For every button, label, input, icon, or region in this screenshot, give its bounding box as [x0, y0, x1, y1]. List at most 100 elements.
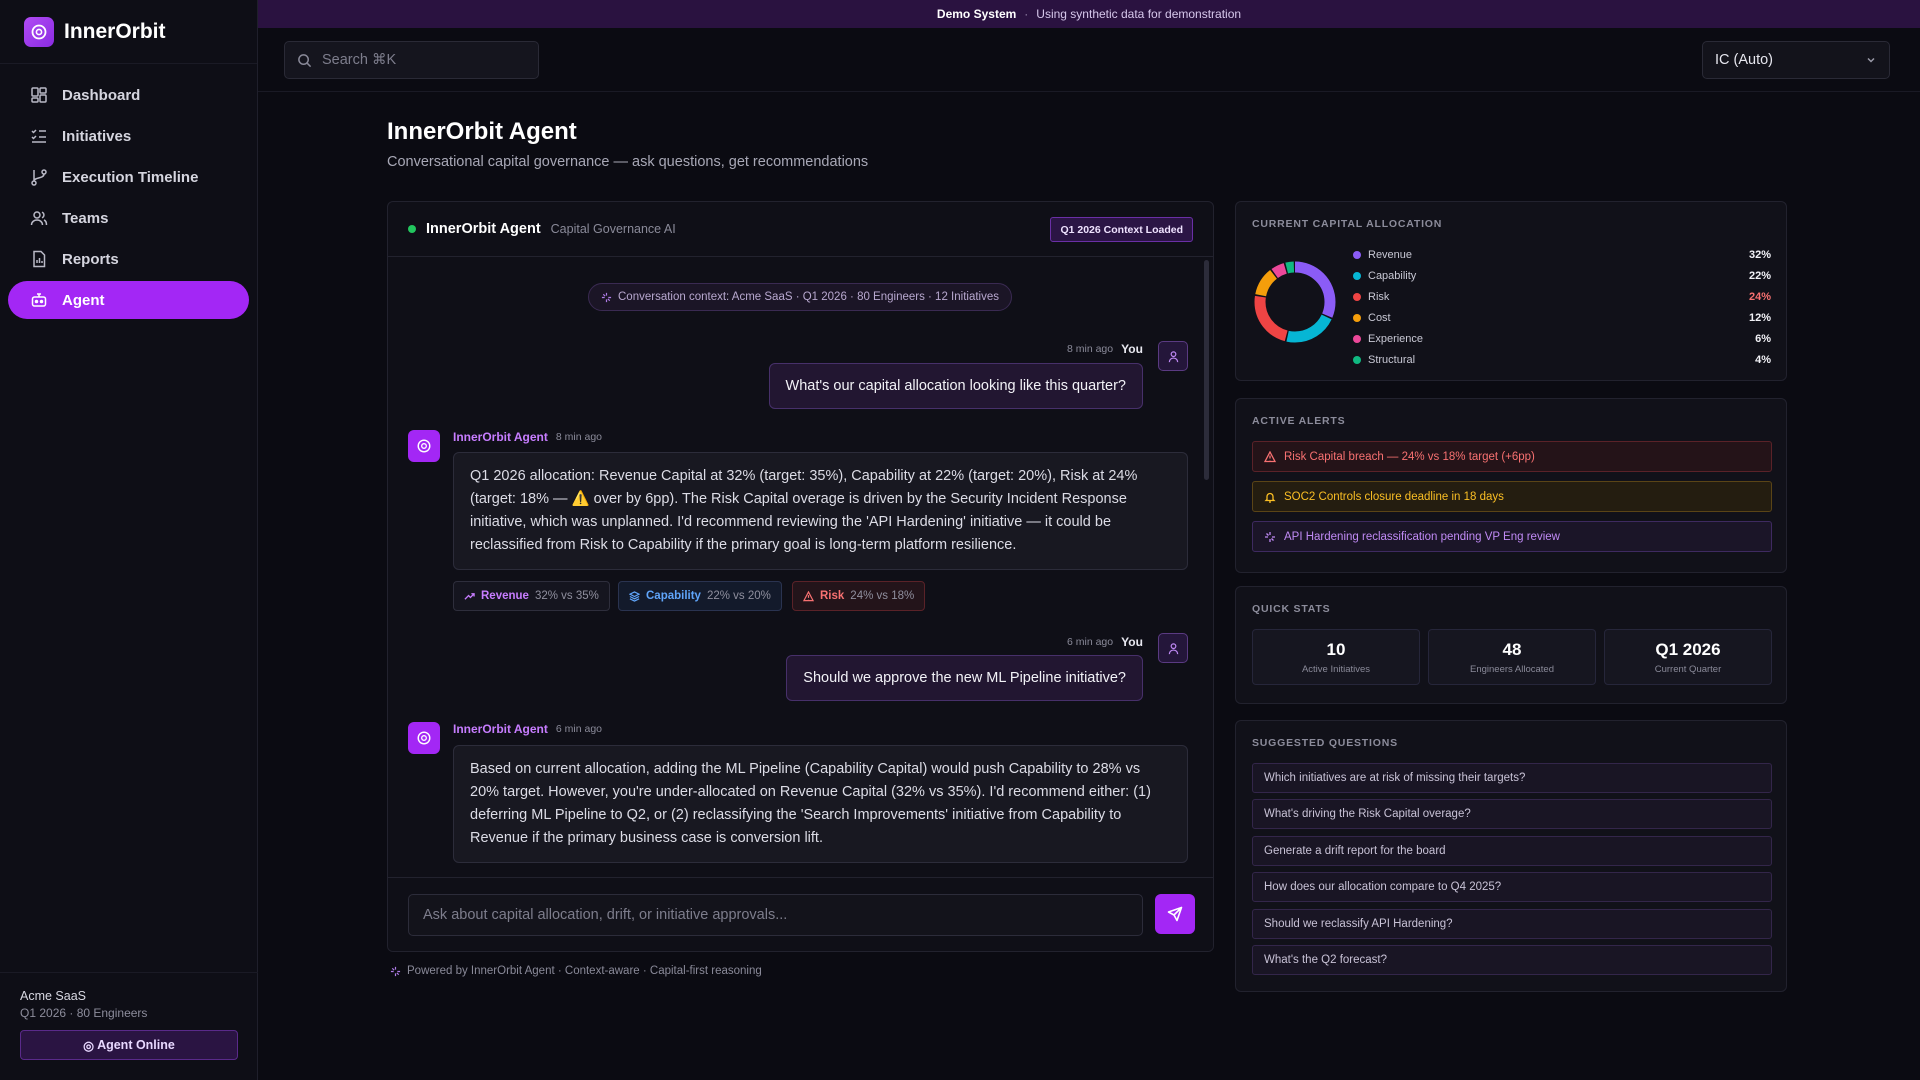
message-author: You: [1121, 342, 1143, 356]
legend-value: 12%: [1748, 311, 1771, 324]
tag-value: 22% vs 20%: [706, 590, 771, 602]
tag-label: Capability: [646, 590, 701, 602]
user-avatar: [1158, 341, 1188, 371]
users-icon: [30, 211, 48, 226]
alert-risk-breach[interactable]: Risk Capital breach — 24% vs 18% target …: [1252, 441, 1772, 472]
send-button[interactable]: [1155, 894, 1195, 934]
powered-by: Powered by InnerOrbit Agent · Context-aw…: [390, 965, 762, 977]
legend-value: 22%: [1748, 269, 1771, 282]
user-icon: [1168, 350, 1178, 362]
chat-scrollbar[interactable]: [1204, 260, 1209, 480]
nav-label: Agent: [62, 291, 105, 309]
powered-by-text: Powered by InnerOrbit Agent · Context-aw…: [407, 965, 762, 977]
stat-engineers-allocated: 48 Engineers Allocated: [1428, 629, 1596, 685]
suggested-question[interactable]: How does our allocation compare to Q4 20…: [1252, 872, 1772, 902]
bot-icon: [31, 293, 47, 307]
nav-item-teams[interactable]: Teams: [8, 199, 249, 237]
legend-swatch: [1353, 292, 1361, 301]
chat-title: InnerOrbit Agent: [426, 221, 541, 237]
legend-value: 6%: [1755, 332, 1771, 345]
stat-active-initiatives: 10 Active Initiatives: [1252, 629, 1420, 685]
message-time: 8 min ago: [555, 431, 603, 443]
suggested-question[interactable]: Should we reclassify API Hardening?: [1252, 909, 1772, 939]
nav-item-agent[interactable]: Agent: [8, 281, 249, 319]
alert-text: SOC2 Controls closure deadline in 18 day…: [1284, 490, 1504, 503]
suggested-questions-card: SUGGESTED QUESTIONS Which initiatives ar…: [1235, 720, 1787, 992]
topbar: Search ⌘K IC (Auto): [258, 28, 1920, 92]
message-meta: 8 min ago You: [1067, 342, 1143, 356]
allocation-tag-risk[interactable]: Risk 24% vs 18%: [792, 581, 926, 611]
nav-item-execution-timeline[interactable]: Execution Timeline: [8, 158, 249, 196]
conversation-context-pill: Conversation context: Acme SaaS · Q1 202…: [588, 283, 1012, 311]
stat-value: Q1 2026: [1655, 640, 1721, 659]
message-time: 8 min ago: [1067, 343, 1114, 355]
legend-item-capability: Capability 22%: [1353, 265, 1771, 286]
agent-status-label: Agent Online: [97, 1038, 175, 1052]
chat-composer: Ask about capital allocation, drift, or …: [388, 877, 1213, 951]
main-nav: Dashboard Initiatives Execution Timeline…: [0, 64, 257, 334]
allocation-tag-capability[interactable]: Capability 22% vs 20%: [618, 581, 782, 611]
tag-label: Risk: [820, 590, 845, 602]
warning-icon: [1264, 450, 1276, 462]
brand-name: InnerOrbit: [64, 19, 166, 43]
alert-text: Risk Capital breach — 24% vs 18% target …: [1284, 450, 1535, 463]
branch-icon: [31, 169, 47, 186]
agent-logo-icon: [417, 439, 431, 453]
tag-value: 32% vs 35%: [534, 590, 599, 602]
page-title: InnerOrbit Agent: [387, 118, 577, 145]
agent-online-status[interactable]: ◎ Agent Online: [20, 1030, 238, 1060]
legend-label: Capability: [1368, 269, 1417, 282]
nav-label: Execution Timeline: [62, 168, 199, 186]
layers-icon: [629, 590, 640, 602]
legend-value: 32%: [1748, 248, 1771, 261]
chat-input[interactable]: Ask about capital allocation, drift, or …: [408, 894, 1143, 936]
bell-icon: [1264, 492, 1276, 503]
alert-api-hardening[interactable]: API Hardening reclassification pending V…: [1252, 521, 1772, 552]
suggested-question[interactable]: What's the Q2 forecast?: [1252, 945, 1772, 975]
chevron-down-icon: [1867, 57, 1875, 63]
suggested-question[interactable]: Generate a drift report for the board: [1252, 836, 1772, 866]
warning-icon: [803, 590, 814, 601]
user-message-bubble: What's our capital allocation looking li…: [768, 363, 1143, 409]
tag-value: 24% vs 18%: [850, 590, 915, 602]
agent-avatar: [408, 722, 440, 754]
brand[interactable]: InnerOrbit: [0, 0, 257, 64]
sidebar-footer: Acme SaaS Q1 2026 · 80 Engineers ◎ Agent …: [0, 972, 258, 1080]
alert-soc2-deadline[interactable]: SOC2 Controls closure deadline in 18 day…: [1252, 481, 1772, 512]
search-input[interactable]: Search ⌘K: [284, 41, 539, 79]
sparkle-icon: [601, 292, 612, 302]
role-select[interactable]: IC (Auto): [1702, 41, 1890, 79]
context-loaded-badge: Q1 2026 Context Loaded: [1050, 217, 1193, 242]
agent-message-bubble: Q1 2026 allocation: Revenue Capital at 3…: [453, 452, 1188, 570]
quick-stats-card: QUICK STATS 10 Active Initiatives 48 Eng…: [1235, 586, 1787, 704]
brand-logo-icon: [24, 16, 54, 47]
legend-swatch: [1353, 271, 1361, 280]
banner-separator: ·: [1024, 7, 1029, 21]
nav-label: Dashboard: [62, 86, 141, 104]
banner-title: Demo System: [936, 7, 1017, 21]
nav-item-initiatives[interactable]: Initiatives: [8, 117, 249, 155]
legend-item-cost: Cost 12%: [1353, 307, 1771, 328]
sidebar: InnerOrbit Dashboard Initiatives Executi…: [0, 0, 258, 1080]
agent-logo-icon: [417, 731, 431, 745]
allocation-tag-revenue[interactable]: Revenue 32% vs 35%: [453, 581, 610, 611]
message-author: InnerOrbit Agent: [453, 722, 548, 736]
stat-label: Engineers Allocated: [1470, 664, 1554, 675]
chat-subtitle: Capital Governance AI: [550, 222, 676, 236]
nav-item-reports[interactable]: Reports: [8, 240, 249, 278]
role-select-value: IC (Auto): [1715, 52, 1774, 68]
nav-label: Initiatives: [62, 127, 132, 145]
nav-item-dashboard[interactable]: Dashboard: [8, 76, 249, 114]
user-icon: [1168, 642, 1178, 654]
user-message-bubble: Should we approve the new ML Pipeline in…: [786, 655, 1143, 701]
legend-value: 4%: [1755, 353, 1771, 366]
card-title: ACTIVE ALERTS: [1252, 415, 1346, 427]
nav-label: Teams: [62, 209, 109, 227]
allocation-donut-chart: [1254, 261, 1336, 343]
suggested-question[interactable]: Which initiatives are at risk of missing…: [1252, 763, 1772, 793]
legend-item-structural: Structural 4%: [1353, 349, 1771, 370]
send-icon: [1167, 906, 1183, 922]
nav-label: Reports: [62, 250, 119, 268]
chat-messages[interactable]: Conversation context: Acme SaaS · Q1 202…: [388, 258, 1213, 878]
suggested-question[interactable]: What's driving the Risk Capital overage?: [1252, 799, 1772, 829]
